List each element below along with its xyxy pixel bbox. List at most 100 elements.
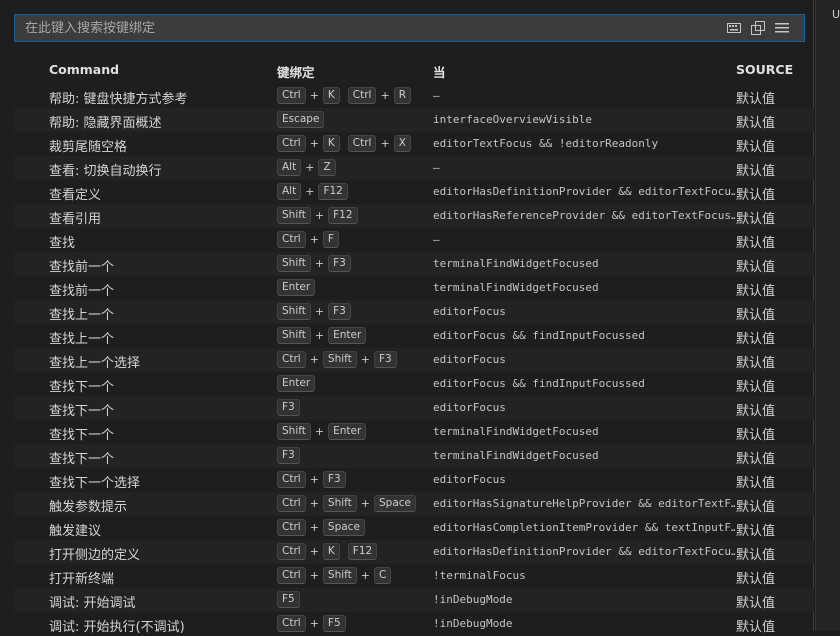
key-cap: Space <box>322 519 365 536</box>
column-header-command[interactable]: Command <box>49 62 119 77</box>
key-separator: + <box>360 569 370 582</box>
when-clause: editorHasSignatureHelpProvider && editor… <box>433 497 735 510</box>
command-label: 调试: 开始执行(不调试) <box>49 620 185 635</box>
key-separator: + <box>314 209 325 222</box>
keybinding-cell[interactable]: Shift + Enter <box>277 327 427 344</box>
keybinding-cell[interactable]: Alt + Z <box>277 159 427 176</box>
search-box[interactable] <box>14 14 805 42</box>
source-label: 默认值 <box>736 308 776 323</box>
table-row[interactable]: 查找 Ctrl + F — 默认值 <box>14 228 814 252</box>
column-header-keybinding[interactable]: 键绑定 <box>277 62 315 81</box>
table-row[interactable]: 查找上一个 Shift + Enter editorFocus && findInput… <box>14 324 814 348</box>
keybinding-cell[interactable]: Shift + F3 <box>277 255 427 272</box>
key-cap: Ctrl <box>277 519 306 536</box>
key-cap: Ctrl <box>277 615 306 632</box>
table-row[interactable]: 查找下一个选择 Ctrl + F3 editorFocus 默认值 <box>14 468 814 492</box>
keybinding-cell[interactable]: Enter <box>277 279 427 296</box>
when-clause: terminalFindWidgetFocused <box>433 449 599 462</box>
keybinding-cell[interactable]: Escape <box>277 111 427 128</box>
key-cap: Enter <box>277 375 316 392</box>
table-row[interactable]: 查看引用 Shift + F12 editorHasReferenceProvider … <box>14 204 814 228</box>
keybinding-cell[interactable]: F5 <box>277 591 427 608</box>
table-row[interactable]: 查找下一个 Enter editorFocus && findInputFocuss… <box>14 372 814 396</box>
table-row[interactable]: 查找下一个 F3 editorFocus 默认值 <box>14 396 814 420</box>
source-label: 默认值 <box>736 596 776 611</box>
table-row[interactable]: 查找下一个 Shift + Enter terminalFindWidgetFocuse… <box>14 420 814 444</box>
table-row[interactable]: 查找上一个选择 Ctrl + Shift + F3 editorFocus 默认值 <box>14 348 814 372</box>
key-cap: C <box>374 567 392 584</box>
key-separator: + <box>380 89 390 102</box>
table-row[interactable]: 打开新终端 Ctrl + Shift + C !terminalFocus 默认值 <box>14 564 814 588</box>
command-label: 查找上一个 <box>49 332 115 347</box>
when-clause: editorHasDefinitionProvider && editorTex… <box>433 185 735 198</box>
keybinding-cell[interactable]: F3 <box>277 399 427 416</box>
table-row[interactable]: 查看: 切换自动换行 Alt + Z — 默认值 <box>14 156 814 180</box>
search-actions <box>726 20 790 36</box>
when-clause: editorHasReferenceProvider && editorText… <box>433 209 735 222</box>
command-label: 查找下一个 <box>49 404 115 419</box>
source-label: 默认值 <box>736 572 776 587</box>
key-cap: Ctrl <box>277 567 306 584</box>
key-separator: + <box>309 233 319 246</box>
key-cap: Ctrl <box>347 87 377 104</box>
key-separator: + <box>309 617 319 630</box>
table-row[interactable]: 打开侧边的定义 Ctrl + K F12 editorHasDefinitionProvi… <box>14 540 814 564</box>
keybinding-cell[interactable]: Ctrl + K F12 <box>277 543 427 560</box>
keybinding-cell[interactable]: Shift + Enter <box>277 423 427 440</box>
key-cap: Alt <box>277 159 302 176</box>
keybinding-cell[interactable]: Ctrl + F <box>277 231 427 248</box>
record-keys-icon[interactable] <box>750 20 766 36</box>
table-row[interactable]: 帮助: 隐藏界面概述 Escape interfaceOverviewVisible… <box>14 108 814 132</box>
key-separator: + <box>309 521 319 534</box>
table-row[interactable]: 触发建议 Ctrl + Space editorHasCompletionItemPro… <box>14 516 814 540</box>
key-cap: Ctrl <box>277 495 306 512</box>
keybinding-cell[interactable]: Ctrl + Space <box>277 519 427 536</box>
command-label: 触发参数提示 <box>49 500 128 515</box>
keybinding-cell[interactable]: Ctrl + K Ctrl + X <box>277 135 427 152</box>
keybinding-cell[interactable]: Ctrl + Shift + C <box>277 567 427 584</box>
key-cap: K <box>322 543 340 560</box>
column-header-when[interactable]: 当 <box>433 62 446 81</box>
key-cap: Shift <box>322 495 357 512</box>
table-row[interactable]: 调试: 开始执行(不调试) Ctrl + F5 !inDebugMode 默认值 <box>14 612 814 636</box>
key-cap: Shift <box>277 423 311 440</box>
key-cap: Shift <box>277 255 311 272</box>
search-input[interactable] <box>15 15 735 41</box>
table-row[interactable]: 调试: 开始调试 F5 !inDebugMode 默认值 <box>14 588 814 612</box>
keybinding-cell[interactable]: Ctrl + F5 <box>277 615 427 632</box>
table-row[interactable]: 查找前一个 Shift + F3 terminalFindWidgetFocused 默认… <box>14 252 814 276</box>
table-row[interactable]: 查找前一个 Enter terminalFindWidgetFocused 默认值 <box>14 276 814 300</box>
table-row[interactable]: 查看定义 Alt + F12 editorHasDefinitionProvider &… <box>14 180 814 204</box>
keybinding-cell[interactable]: F3 <box>277 447 427 464</box>
key-cap: Z <box>318 159 336 176</box>
table-row[interactable]: 查找上一个 Shift + F3 editorFocus 默认值 <box>14 300 814 324</box>
source-label: 默认值 <box>736 428 776 443</box>
command-label: 查找下一个 <box>49 380 115 395</box>
keybinding-cell[interactable]: Shift + F3 <box>277 303 427 320</box>
keybinding-cell[interactable]: Ctrl + F3 <box>277 471 427 488</box>
column-header-source[interactable]: SOURCE <box>736 62 793 77</box>
keybinding-cell[interactable]: Shift + F12 <box>277 207 427 224</box>
table-row[interactable]: 触发参数提示 Ctrl + Shift + Space editorHasSignature… <box>14 492 814 516</box>
keybinding-cell[interactable]: Ctrl + Shift + F3 <box>277 351 427 368</box>
key-cap: K <box>322 135 340 152</box>
keybinding-cell[interactable]: Enter <box>277 375 427 392</box>
table-row[interactable]: 帮助: 键盘快捷方式参考 Ctrl + K Ctrl + R — 默认值 <box>14 84 814 108</box>
table-row[interactable]: 裁剪尾随空格 Ctrl + K Ctrl + XeditorTextFocus && !ed… <box>14 132 814 156</box>
source-label: 默认值 <box>736 140 776 155</box>
keybinding-cell[interactable]: Ctrl + K Ctrl + R <box>277 87 427 104</box>
sort-precedence-icon[interactable] <box>774 20 790 36</box>
when-clause: — <box>433 161 440 174</box>
key-cap: Shift <box>322 351 357 368</box>
key-separator: + <box>314 257 325 270</box>
keyboard-icon[interactable] <box>726 20 742 36</box>
keybinding-cell[interactable]: Alt + F12 <box>277 183 427 200</box>
keybinding-cell[interactable]: Ctrl + Shift + Space <box>277 495 427 512</box>
when-clause: !terminalFocus <box>433 569 526 582</box>
source-label: 默认值 <box>736 332 776 347</box>
table-row[interactable]: 查找下一个 F3 terminalFindWidgetFocused 默认值 <box>14 444 814 468</box>
key-cap: F3 <box>328 255 351 272</box>
key-cap: Ctrl <box>347 135 377 152</box>
key-cap: F12 <box>347 543 378 560</box>
command-label: 查找 <box>49 236 76 251</box>
